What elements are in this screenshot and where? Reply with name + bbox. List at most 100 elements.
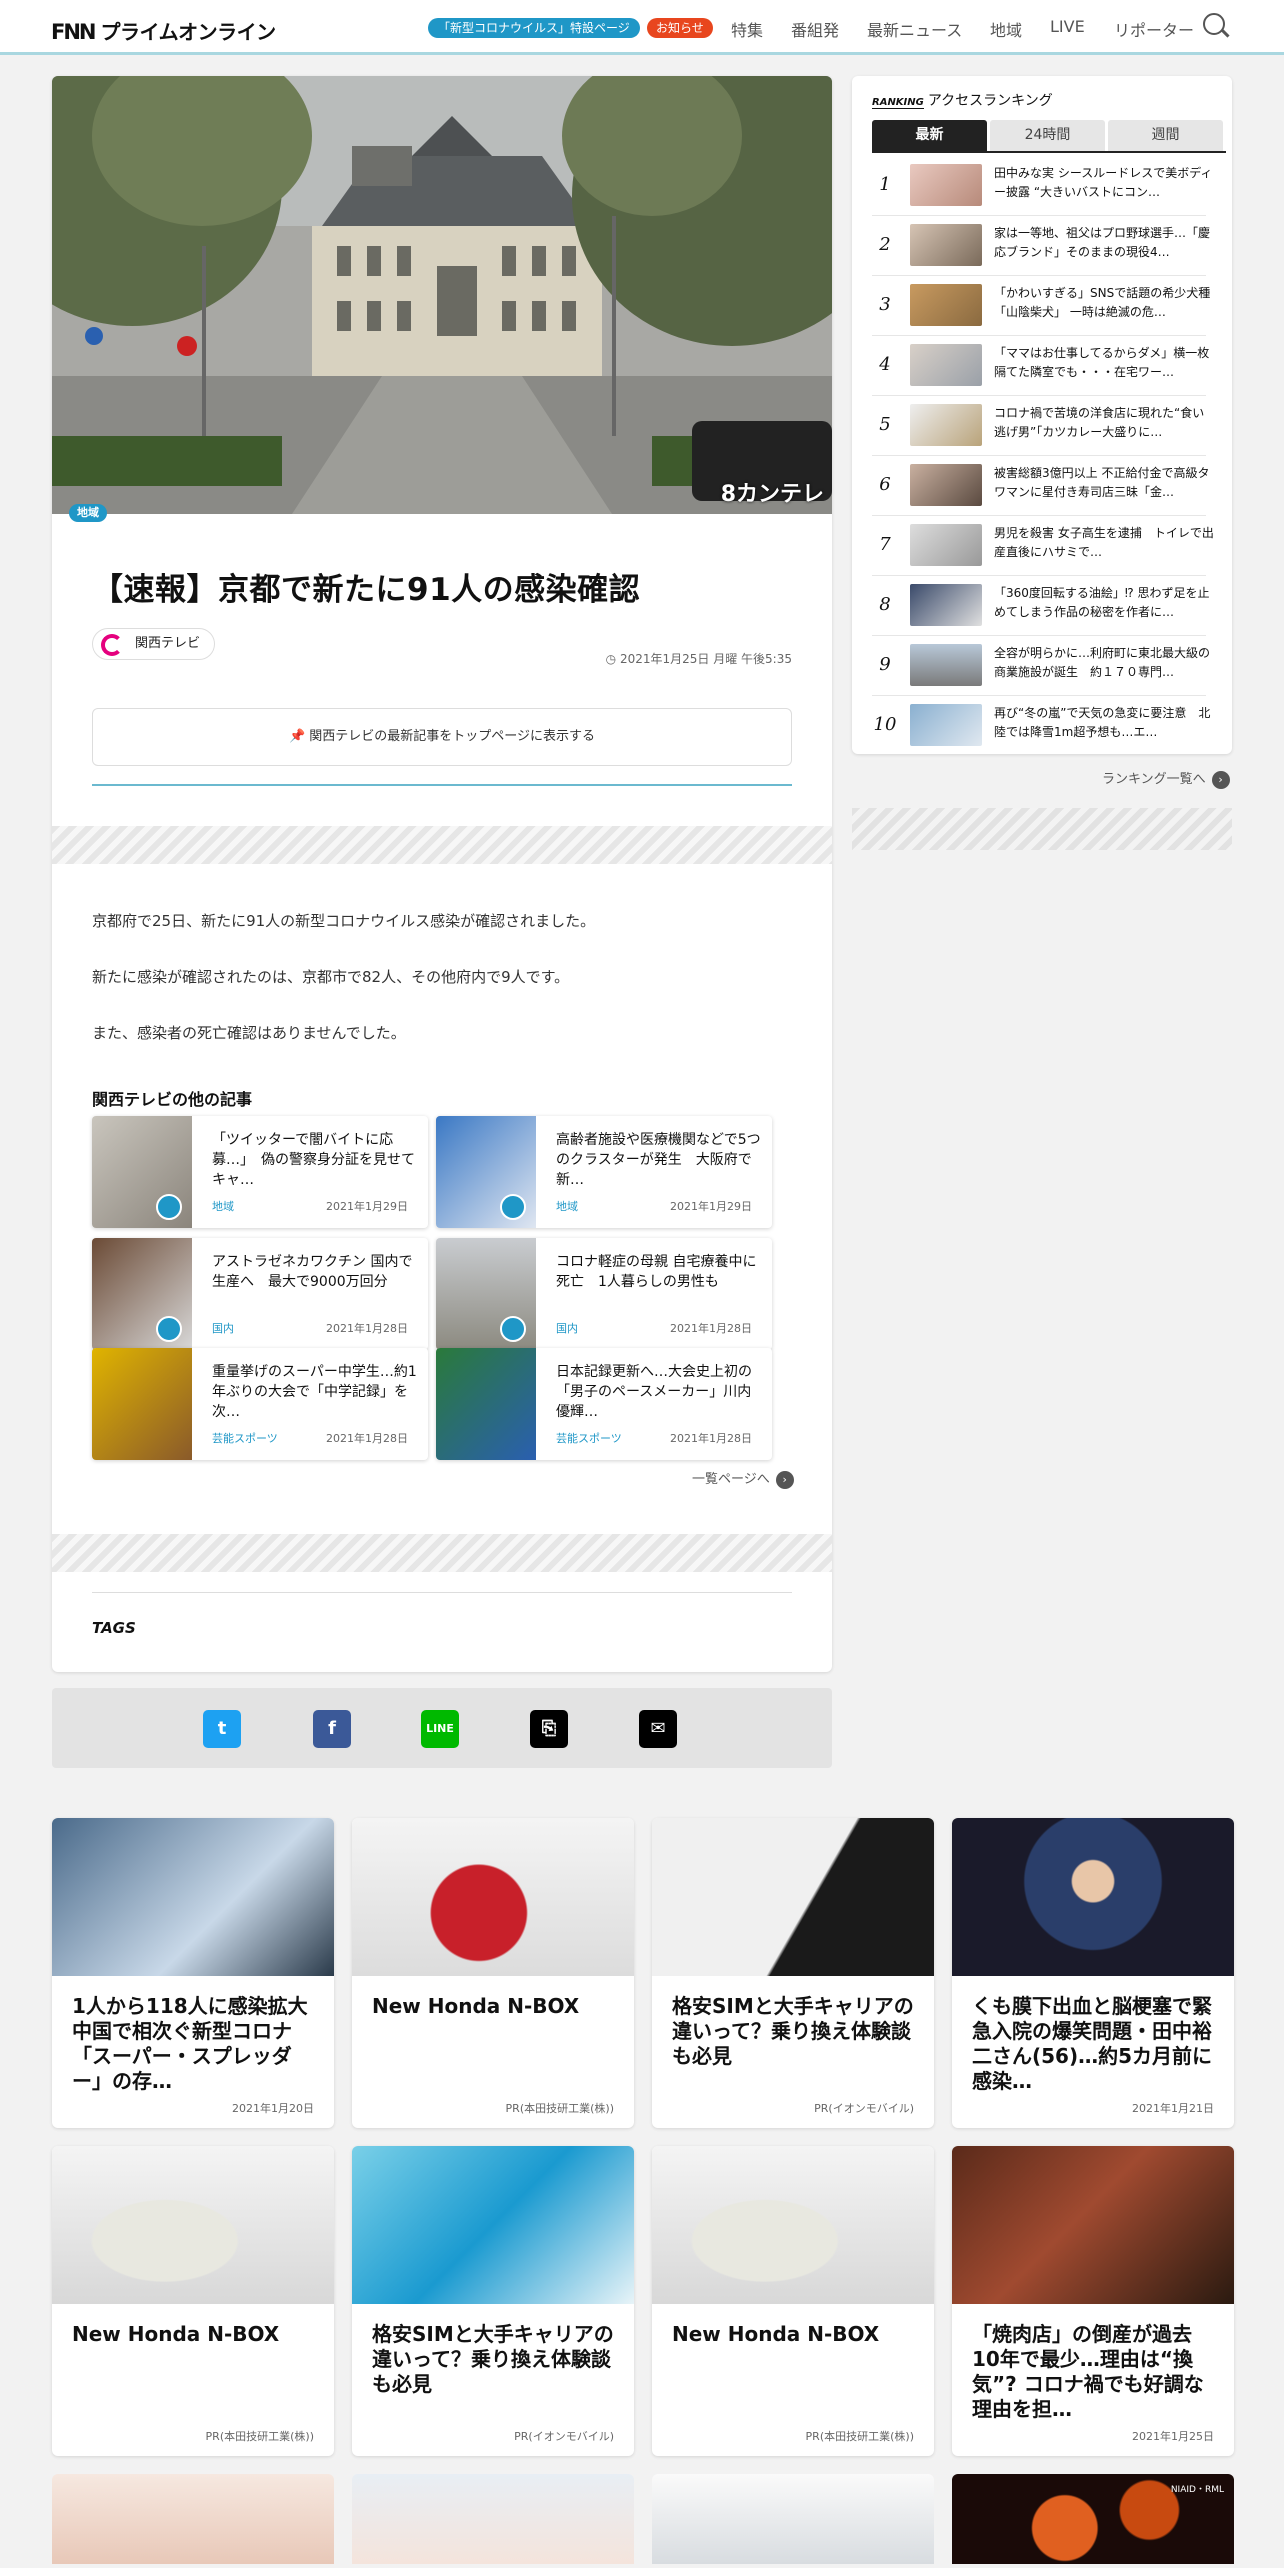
- ranking-title-text: 「かわいすぎる」SNSで話題の希少犬種「山陰柴犬」 一時は絶滅の危…: [994, 286, 1211, 319]
- ranking-thumbnail: [910, 224, 982, 266]
- site-logo[interactable]: FNN プライムオンライン: [51, 16, 276, 45]
- other-article-card[interactable]: アストラゼネカワクチン 国内で生産へ 最大で9000万回分 国内 2021年1月…: [92, 1238, 428, 1350]
- other-article-category[interactable]: 芸能スポーツ: [556, 1430, 622, 1446]
- recommend-card[interactable]: 「焼肉店」の倒産が過去10年で最少…理由は“換気”? コロナ禍でも好調な理由を担…: [952, 2146, 1234, 2456]
- other-article-title: 重量挙げのスーパー中学生…約1年ぶりの大会で「中学記録」を次…: [212, 1364, 417, 1420]
- thumbnail: [436, 1238, 536, 1350]
- other-article-title: コロナ軽症の母親 自宅療養中に死亡 1人暮らしの男性も: [556, 1254, 757, 1290]
- ranking-item[interactable]: 3 「かわいすぎる」SNSで話題の希少犬種「山陰柴犬」 一時は絶滅の危…: [872, 276, 1210, 336]
- ranking-item[interactable]: 9 全容が明らかに…利府町に東北最大級の商業施設が誕生 約１７０専門…: [872, 636, 1210, 696]
- more-articles-text: 一覧ページへ: [692, 1472, 770, 1487]
- ranking-more-link[interactable]: ランキング一覧へ ›: [1102, 768, 1230, 789]
- other-article-card[interactable]: 重量挙げのスーパー中学生…約1年ぶりの大会で「中学記録」を次… 芸能スポーツ 2…: [92, 1348, 428, 1460]
- recommend-meta: 2021年1月20日: [232, 2102, 314, 2115]
- nav-live[interactable]: LIVE: [1050, 17, 1085, 36]
- ranking-item[interactable]: 4 「ママはお仕事してるからダメ」横一枚隔てた隣室でも・・・在宅ワー…: [872, 336, 1209, 396]
- recommend-title: 「焼肉店」の倒産が過去10年で最少…理由は“換気”? コロナ禍でも好調な理由を担…: [972, 2322, 1204, 2421]
- pin-divider: [92, 784, 792, 786]
- tab-24h[interactable]: 24時間: [990, 120, 1105, 152]
- region-badge[interactable]: 地域: [69, 504, 107, 522]
- recommend-card[interactable]: New Honda N-BOX PR(本田技研工業(株)): [352, 1818, 634, 2128]
- recommend-meta: PR(イオンモバイル): [814, 2102, 914, 2115]
- more-articles-link[interactable]: 一覧ページへ ›: [692, 1468, 794, 1489]
- recommend-card[interactable]: 格安SIMと大手キャリアの違いって？乗り換え体験談も必見 PR(イオンモバイル): [352, 2146, 634, 2456]
- recommend-card[interactable]: New Honda N-BOX PR(本田技研工業(株)): [652, 2146, 934, 2456]
- other-article-card[interactable]: コロナ軽症の母親 自宅療養中に死亡 1人暮らしの男性も 国内 2021年1月28…: [436, 1238, 772, 1350]
- other-article-date: 2021年1月29日: [326, 1200, 408, 1213]
- recommend-title: New Honda N-BOX: [372, 1994, 580, 2018]
- source-chip[interactable]: 関西テレビ: [92, 628, 216, 660]
- other-article-category[interactable]: 地域: [556, 1198, 578, 1214]
- image-credit: NIAID・RML: [1170, 2485, 1224, 2495]
- ranking-item[interactable]: 5 コロナ禍で苦境の洋食店に現れた“食い逃げ男”「カツカレー大盛りに…: [872, 396, 1206, 456]
- recommend-meta: PR(本田技研工業(株)): [205, 2430, 314, 2443]
- other-article-card[interactable]: 日本記録更新へ…大会史上初の「男子のペースメーカー」川内優輝… 芸能スポーツ 2…: [436, 1348, 772, 1460]
- recommend-meta: PR(本田技研工業(株)): [505, 2102, 614, 2115]
- ranking-thumbnail: [910, 584, 982, 626]
- ranking-item[interactable]: 10 再び“冬の嵐”で天気の急変に要注意 北陸では降雪1m超予想も…エ…: [872, 696, 1210, 756]
- other-article-card[interactable]: 高齢者施設や医療機関などで5つのクラスターが発生 大阪府で新… 地域 2021年…: [436, 1116, 772, 1228]
- ranking-title-text: 再び“冬の嵐”で天気の急変に要注意 北陸では降雪1m超予想も…エ…: [994, 706, 1211, 739]
- kantele-icon: [101, 634, 123, 656]
- ad-placeholder-bottom: [52, 1534, 832, 1572]
- recommend-card[interactable]: New Honda N-BOX PR(本田技研工業(株)): [52, 2146, 334, 2456]
- rank-number: 6: [879, 474, 891, 495]
- recommend-image[interactable]: [652, 2474, 934, 2564]
- nav-tokushu[interactable]: 特集: [731, 17, 763, 41]
- hero-photo: [52, 76, 832, 514]
- recommend-card[interactable]: 格安SIMと大手キャリアの違いって？乗り換え体験談も必見 PR(イオンモバイル): [652, 1818, 934, 2128]
- ranking-title-text: 家は一等地、祖父はプロ野球選手…「慶応ブランド」そのままの現役4…: [994, 226, 1211, 259]
- covid-special-pill[interactable]: 「新型コロナウイルス」特設ページ: [428, 18, 640, 38]
- ranking-item[interactable]: 1 田中みな実 シースルードレスで美ボディー披露 “大きいバストにコン…: [872, 156, 1212, 216]
- recommend-image[interactable]: [352, 2474, 634, 2564]
- other-article-category[interactable]: 芸能スポーツ: [212, 1430, 278, 1446]
- chevron-right-icon: ›: [1211, 771, 1230, 789]
- tab-latest[interactable]: 最新: [872, 120, 987, 152]
- video-icon: [500, 1316, 526, 1342]
- other-article-date: 2021年1月28日: [670, 1432, 752, 1445]
- article-card: 8カンテレ 地域 【速報】京都で新たに91人の感染確認 関西テレビ ◷ 2021…: [52, 76, 832, 1672]
- other-article-category[interactable]: 国内: [212, 1320, 234, 1336]
- search-icon[interactable]: [1203, 13, 1225, 35]
- thumbnail: [92, 1238, 192, 1350]
- source-name: 関西テレビ: [135, 636, 201, 651]
- other-articles-heading: 関西テレビの他の記事: [92, 1090, 253, 1109]
- recommend-image: [652, 2146, 934, 2304]
- tab-weekly[interactable]: 週間: [1108, 120, 1223, 152]
- thumbnail: [92, 1116, 192, 1228]
- ranking-item[interactable]: 8 「360度回転する油絵」⁉ 思わず足を止めてしまう作品の秘密を作者に…: [872, 576, 1210, 636]
- sidebar-ad-placeholder: [852, 808, 1232, 850]
- nav-latest-news[interactable]: 最新ニュース: [867, 17, 962, 41]
- line-icon[interactable]: LINE: [421, 1710, 459, 1748]
- facebook-icon[interactable]: f: [313, 1710, 351, 1748]
- notice-pill[interactable]: お知らせ: [647, 18, 713, 38]
- recommend-card[interactable]: くも膜下出血と脳梗塞で緊急入院の爆笑問題・田中裕二さん(56)…約5カ月前に感染…: [952, 1818, 1234, 2128]
- recommend-image[interactable]: NIAID・RML: [952, 2474, 1234, 2564]
- recommend-image[interactable]: [52, 2474, 334, 2564]
- pin-text: 関西テレビの最新記事をトップページに表示する: [309, 729, 596, 744]
- thumbnail: [436, 1116, 536, 1228]
- twitter-icon[interactable]: t: [203, 1710, 241, 1748]
- other-article-category[interactable]: 国内: [556, 1320, 578, 1336]
- ad-placeholder-top: [52, 826, 832, 864]
- nav-bangumi[interactable]: 番組発: [791, 17, 839, 41]
- recommend-title: くも膜下出血と脳梗塞で緊急入院の爆笑問題・田中裕二さん(56)…約5カ月前に感染…: [972, 1994, 1213, 2093]
- ranking-item[interactable]: 6 被害総額3億円以上 不正給付金で高級タワマンに星付き寿司店三昧「金…: [872, 456, 1209, 516]
- nav-reporter[interactable]: リポーター: [1114, 17, 1194, 41]
- recommend-card[interactable]: 1人から118人に感染拡大 中国で相次ぐ新型コロナ「スーパー・スプレッダー」の存…: [52, 1818, 334, 2128]
- ranking-item[interactable]: 2 家は一等地、祖父はプロ野球選手…「慶応ブランド」そのままの現役4…: [872, 216, 1210, 276]
- rank-number: 10: [873, 714, 897, 735]
- ranking-item[interactable]: 7 男児を殺害 女子高生を逮捕 トイレで出産直後にハサミで…: [872, 516, 1214, 576]
- body-paragraph: また、感染者の死亡確認はありませんでした。: [92, 1024, 406, 1042]
- link-icon[interactable]: ⎘: [530, 1710, 568, 1748]
- article-date-text: 2021年1月25日 月曜 午後5:35: [619, 652, 792, 666]
- pin-source-button[interactable]: 📌 関西テレビの最新記事をトップページに表示する: [92, 708, 792, 766]
- other-article-card[interactable]: 「ツイッターで闇バイトに応募…」 偽の警察身分証を見せてキャ… 地域 2021年…: [92, 1116, 428, 1228]
- ranking-small-label: RANKING: [872, 97, 924, 109]
- recommend-meta: PR(本田技研工業(株)): [805, 2430, 914, 2443]
- nav-region[interactable]: 地域: [990, 17, 1022, 41]
- ranking-more-text: ランキング一覧へ: [1102, 772, 1206, 787]
- body-paragraph: 京都府で25日、新たに91人の新型コロナウイルス感染が確認されました。: [92, 912, 596, 930]
- other-article-category[interactable]: 地域: [212, 1198, 234, 1214]
- comment-icon[interactable]: ✉: [639, 1710, 677, 1748]
